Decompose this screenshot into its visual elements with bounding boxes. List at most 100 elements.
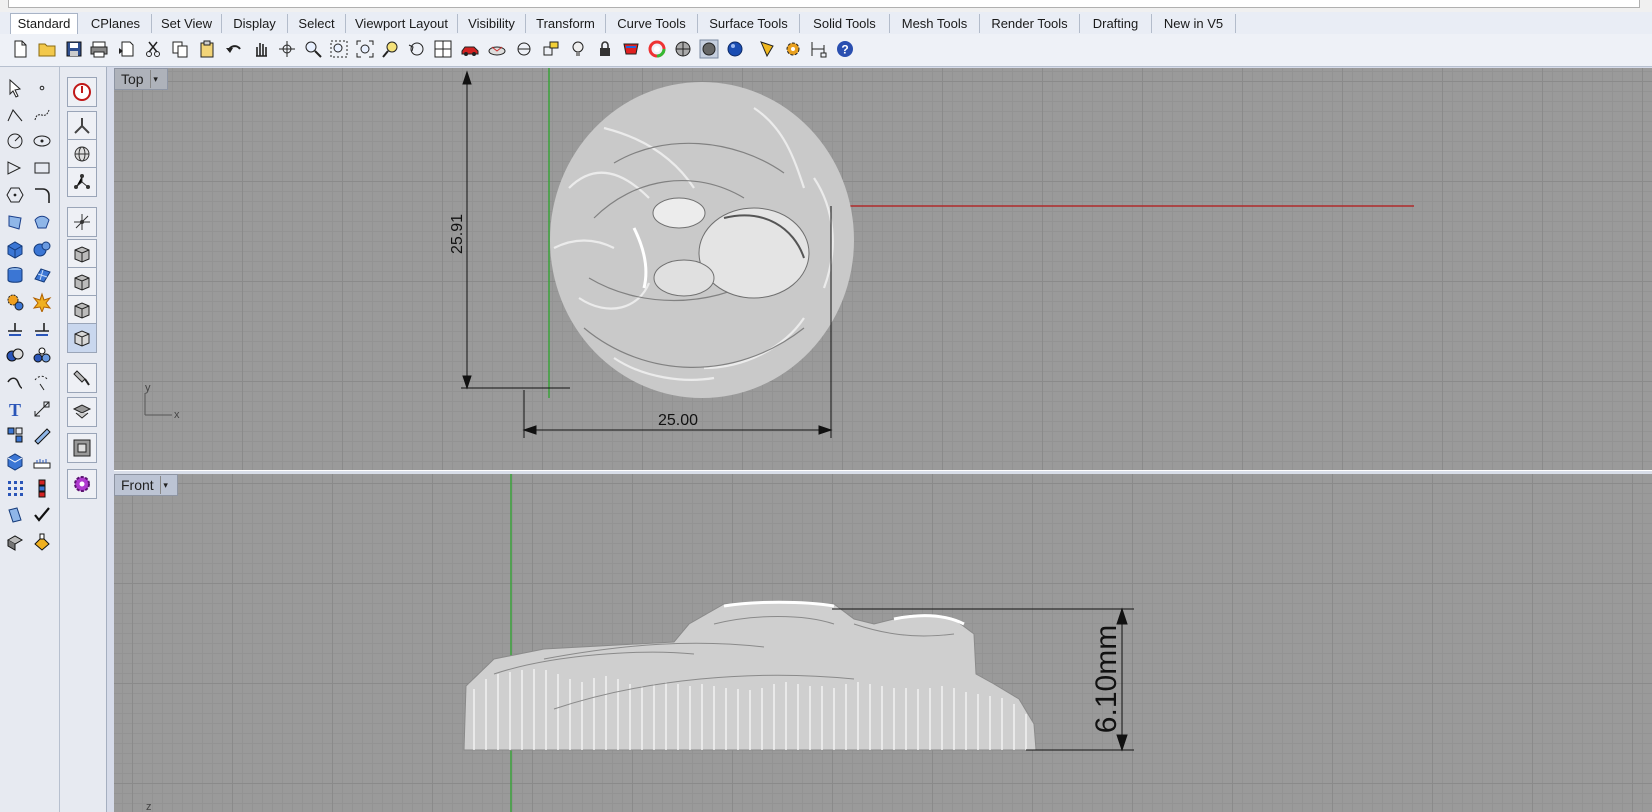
object-properties-icon[interactable] <box>513 38 535 60</box>
paint-brush-icon[interactable] <box>67 363 97 393</box>
gumball-icon[interactable] <box>67 207 97 237</box>
gear-options-icon[interactable] <box>782 38 804 60</box>
nodes-icon[interactable] <box>67 167 97 197</box>
undo-view-icon[interactable] <box>406 38 428 60</box>
three-axis-icon[interactable] <box>67 111 97 141</box>
power-icon[interactable] <box>67 77 97 107</box>
arc-icon[interactable] <box>3 156 27 180</box>
trim-icon[interactable] <box>3 317 27 341</box>
open-folder-icon[interactable] <box>36 38 58 60</box>
solid-edit-icon[interactable] <box>3 449 27 473</box>
cut-icon[interactable] <box>142 38 164 60</box>
curve-icon[interactable] <box>30 103 54 127</box>
array-icon[interactable] <box>3 476 27 500</box>
box-view-4-icon[interactable] <box>67 323 97 353</box>
four-viewports-icon[interactable] <box>432 38 454 60</box>
lion-head-side-model[interactable] <box>463 600 1037 751</box>
tab-cplanes[interactable]: CPlanes <box>80 14 152 33</box>
tab-mesh-tools[interactable]: Mesh Tools <box>890 14 980 33</box>
zoom-extents-icon[interactable] <box>354 38 376 60</box>
pen-icon[interactable] <box>756 38 778 60</box>
cylinder-icon[interactable] <box>3 263 27 287</box>
tab-visibility[interactable]: Visibility <box>458 14 526 33</box>
lock-icon[interactable] <box>594 38 616 60</box>
rendered-view-icon[interactable] <box>698 38 720 60</box>
pan-hand-icon[interactable] <box>250 38 272 60</box>
light-bulb-icon[interactable] <box>567 38 589 60</box>
tab-new-in-v5[interactable]: New in V5 <box>1152 14 1236 33</box>
sphere-icon[interactable] <box>30 237 54 261</box>
tab-select[interactable]: Select <box>288 14 346 33</box>
boolean-union-icon[interactable] <box>3 343 27 367</box>
frame-icon[interactable] <box>67 433 97 463</box>
tab-surface-tools[interactable]: Surface Tools <box>698 14 800 33</box>
top-viewport-label[interactable]: Top ▾ <box>114 68 168 90</box>
front-viewport[interactable]: 6.10mm z Front ▾ <box>114 474 1652 812</box>
point-icon[interactable] <box>30 76 54 100</box>
blend-curve-icon[interactable] <box>3 370 27 394</box>
front-viewport-label[interactable]: Front ▾ <box>114 474 178 496</box>
explode-icon[interactable] <box>30 290 54 314</box>
shade-icon[interactable] <box>672 38 694 60</box>
help-icon[interactable]: ? <box>834 38 856 60</box>
tab-curve-tools[interactable]: Curve Tools <box>606 14 698 33</box>
box-view-2-icon[interactable] <box>67 267 97 297</box>
tab-solid-tools[interactable]: Solid Tools <box>800 14 890 33</box>
purple-gear-icon[interactable] <box>67 469 97 499</box>
lion-head-model[interactable] <box>550 82 854 398</box>
dimension-icon[interactable] <box>808 38 830 60</box>
import-icon[interactable] <box>115 38 137 60</box>
polygon-icon[interactable] <box>3 183 27 207</box>
new-document-icon[interactable] <box>9 38 31 60</box>
fillet-curve-icon[interactable] <box>30 183 54 207</box>
split-icon[interactable] <box>30 317 54 341</box>
extrude-surface-icon[interactable] <box>30 210 54 234</box>
tab-display[interactable]: Display <box>222 14 288 33</box>
layers-stack-icon[interactable] <box>67 397 97 427</box>
grid-snap-icon[interactable] <box>486 38 508 60</box>
analyze-icon[interactable] <box>3 503 27 527</box>
ellipse-icon[interactable] <box>30 129 54 153</box>
rotate-view-icon[interactable] <box>276 38 298 60</box>
ruler-icon[interactable] <box>30 449 54 473</box>
polyline-icon[interactable] <box>3 103 27 127</box>
tab-viewport-layout[interactable]: Viewport Layout <box>346 14 458 33</box>
surface-points-icon[interactable] <box>3 210 27 234</box>
render-object-icon[interactable] <box>3 530 27 554</box>
tab-transform[interactable]: Transform <box>526 14 606 33</box>
boolean-gear-icon[interactable] <box>3 290 27 314</box>
tab-standard[interactable]: Standard <box>10 13 78 35</box>
zoom-selected-icon[interactable] <box>380 38 402 60</box>
globe-icon[interactable] <box>67 139 97 169</box>
boolean-split-icon[interactable] <box>30 343 54 367</box>
tab-set-view[interactable]: Set View <box>152 14 222 33</box>
check-icon[interactable] <box>30 503 54 527</box>
zoom-icon[interactable] <box>302 38 324 60</box>
rectangle-icon[interactable] <box>30 156 54 180</box>
color-wheel-icon[interactable] <box>646 38 668 60</box>
chevron-down-icon[interactable]: ▾ <box>149 70 161 88</box>
box-icon[interactable] <box>3 237 27 261</box>
mesh-plane-icon[interactable] <box>30 263 54 287</box>
align-icon[interactable] <box>30 476 54 500</box>
circle-icon[interactable] <box>3 129 27 153</box>
copy-icon[interactable] <box>169 38 191 60</box>
box-view-1-icon[interactable] <box>67 239 97 269</box>
group-icon[interactable] <box>3 423 27 447</box>
paste-icon[interactable] <box>196 38 218 60</box>
undo-icon[interactable] <box>223 38 245 60</box>
select-arrow-icon[interactable] <box>3 76 27 100</box>
print-icon[interactable] <box>88 38 110 60</box>
dimension-tool-icon[interactable] <box>30 397 54 421</box>
cplane-icon[interactable] <box>540 38 562 60</box>
layer-icon[interactable] <box>620 38 642 60</box>
curve-from-object-icon[interactable] <box>30 370 54 394</box>
block-icon[interactable] <box>30 423 54 447</box>
save-icon[interactable] <box>63 38 85 60</box>
chevron-down-icon[interactable]: ▾ <box>159 476 171 494</box>
top-viewport[interactable]: 25.91 25.00 y x Top ▾ <box>114 68 1652 470</box>
car-icon[interactable] <box>459 38 481 60</box>
tab-drafting[interactable]: Drafting <box>1080 14 1152 33</box>
box-view-3-icon[interactable] <box>67 295 97 325</box>
render-sphere-icon[interactable] <box>724 38 746 60</box>
